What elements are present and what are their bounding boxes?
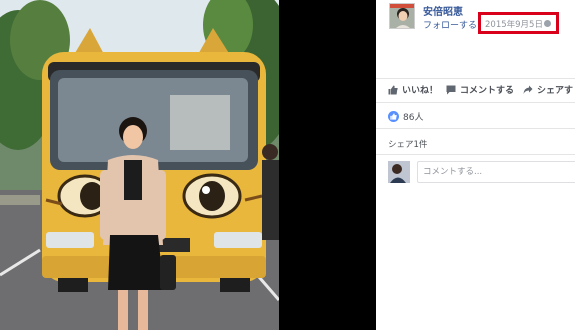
comment-icon bbox=[446, 85, 456, 94]
divider bbox=[376, 128, 575, 129]
avatar-image bbox=[388, 161, 410, 183]
divider bbox=[376, 102, 575, 103]
photo-image bbox=[0, 0, 279, 330]
share-button[interactable]: シェアす bbox=[523, 83, 573, 96]
share-button-label: シェアす bbox=[537, 86, 574, 96]
comment-input[interactable] bbox=[417, 161, 575, 183]
avatar-image bbox=[390, 4, 414, 28]
like-reaction-icon bbox=[388, 111, 399, 122]
date-highlight-box: 2015年9月5日 bbox=[478, 12, 559, 34]
like-count-text: 86人 bbox=[403, 113, 424, 123]
photo-letterbox bbox=[279, 0, 376, 330]
comment-button[interactable]: コメントする bbox=[446, 83, 514, 96]
post-date-link[interactable]: 2015年9月5日 bbox=[485, 18, 543, 30]
post-photo[interactable] bbox=[0, 0, 279, 330]
like-count[interactable]: 86人 bbox=[388, 110, 423, 123]
comment-composer bbox=[388, 161, 575, 183]
divider bbox=[376, 78, 575, 79]
thumbs-up-icon bbox=[390, 113, 397, 120]
viewer-avatar bbox=[388, 161, 410, 183]
globe-icon bbox=[544, 20, 551, 27]
like-button[interactable]: いいね！ bbox=[388, 83, 438, 96]
author-avatar[interactable] bbox=[389, 3, 415, 29]
comment-button-label: コメントする bbox=[460, 86, 515, 96]
follow-link[interactable]: フォローする bbox=[423, 18, 477, 31]
like-button-label: いいね！ bbox=[402, 86, 439, 96]
thumbs-up-icon bbox=[388, 85, 398, 94]
divider bbox=[376, 154, 575, 155]
author-name-link[interactable]: 安倍昭恵 bbox=[423, 3, 463, 18]
share-arrow-icon bbox=[523, 85, 533, 94]
share-count-link[interactable]: シェア1件 bbox=[388, 138, 427, 150]
post-header: 安倍昭恵 フォローする 2015年9月5日 bbox=[376, 0, 575, 45]
post-side-panel: 安倍昭恵 フォローする 2015年9月5日 いいね！ コメントする シェアす 8… bbox=[376, 0, 575, 330]
post-actions-bar: いいね！ コメントする シェアす bbox=[376, 80, 575, 102]
